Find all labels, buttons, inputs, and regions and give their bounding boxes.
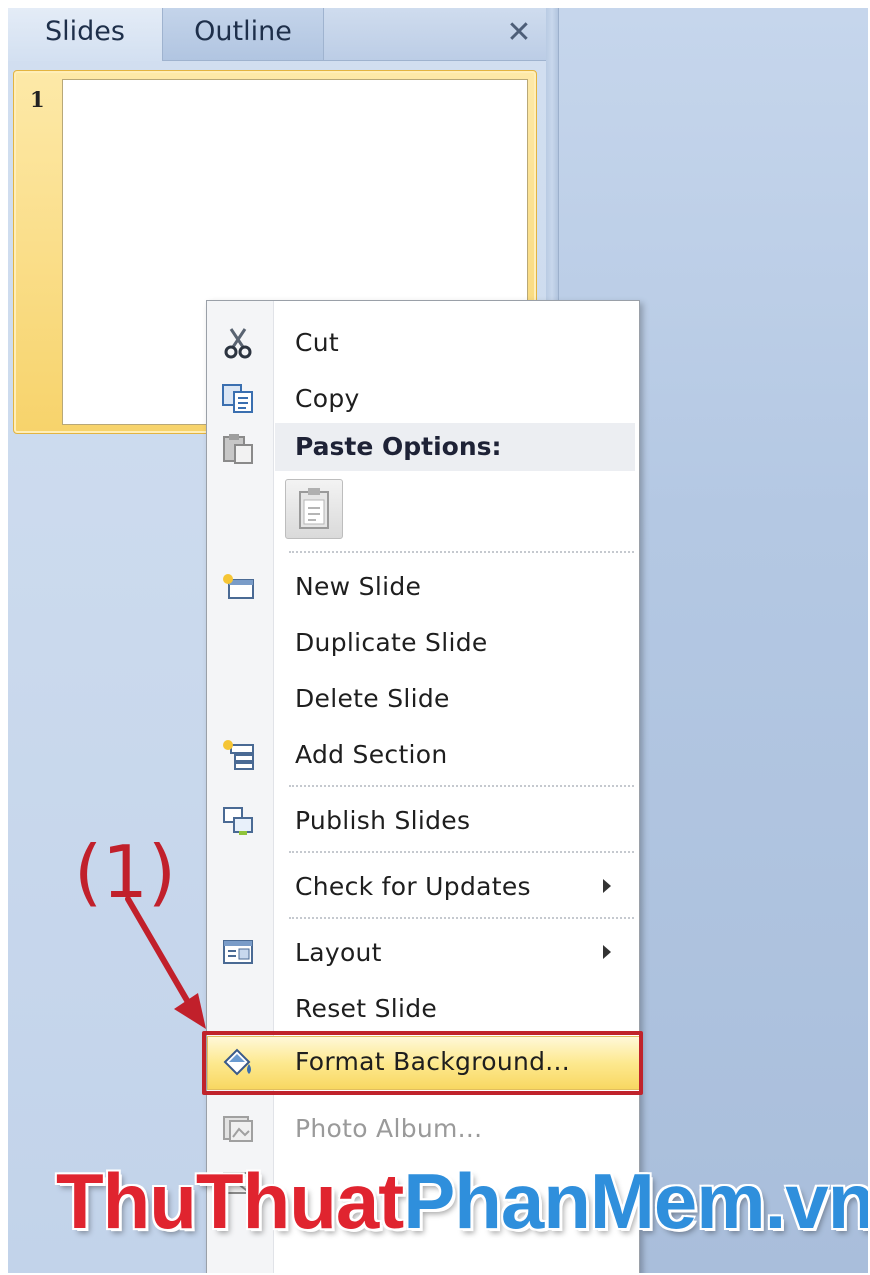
menu-item-layout[interactable]: Layout	[207, 927, 637, 979]
menu-separator	[289, 851, 634, 853]
menu-item-label: Add Section	[295, 740, 448, 769]
clipboard-icon	[299, 488, 329, 529]
menu-separator	[289, 917, 634, 919]
menu-item-label: Layout	[295, 938, 382, 967]
watermark-logo: ThuThuatPhanMem.vn	[56, 1156, 868, 1247]
menu-item-label: Delete Slide	[295, 684, 450, 713]
menu-item-add-section[interactable]: Add Section	[207, 729, 637, 781]
menu-item-label: Photo Album...	[295, 1114, 483, 1143]
menu-item-publish-slides[interactable]: Publish Slides	[207, 795, 637, 847]
menu-item-label: New Slide	[295, 572, 422, 601]
tab-outline[interactable]: Outline	[163, 8, 324, 60]
submenu-arrow-icon	[603, 945, 611, 959]
layout-icon	[223, 940, 253, 964]
menu-item-label: Reset Slide	[295, 994, 438, 1023]
menu-item-reset-slide[interactable]: Reset Slide	[207, 983, 637, 1035]
paste-icon	[223, 434, 253, 464]
menu-item-format-background[interactable]: Format Background...	[202, 1031, 643, 1095]
menu-item-new-slide[interactable]: New Slide	[207, 561, 637, 613]
format-background-icon	[223, 1048, 251, 1076]
menu-item-label: Cut	[295, 328, 340, 357]
submenu-arrow-icon	[603, 879, 611, 893]
add-section-icon	[223, 740, 254, 770]
menu-item-cut[interactable]: Cut	[207, 317, 637, 369]
paste-options-label-row: Paste Options:	[275, 423, 635, 471]
paste-keep-formatting-button[interactable]	[285, 479, 343, 539]
new-slide-icon	[223, 574, 254, 599]
copy-icon	[222, 384, 253, 413]
panel-tab-bar: Slides Outline ✕	[8, 8, 546, 61]
menu-item-label: Check for Updates	[295, 872, 531, 901]
menu-item-label: Duplicate Slide	[295, 628, 488, 657]
publish-slides-icon	[223, 807, 253, 835]
scissors-icon	[224, 328, 252, 359]
menu-item-check-for-updates[interactable]: Check for Updates	[207, 861, 637, 913]
menu-item-label: Paste Options:	[295, 432, 502, 461]
close-icon[interactable]: ✕	[504, 18, 534, 48]
menu-item-label: Publish Slides	[295, 806, 471, 835]
menu-item-duplicate-slide[interactable]: Duplicate Slide	[207, 617, 637, 669]
menu-item-label: Copy	[295, 384, 360, 413]
watermark-part2: PhanMem.vn	[403, 1157, 868, 1245]
annotation-arrow-icon	[125, 896, 206, 1029]
powerpoint-window: Slides Outline ✕ 1 Cut Copy Paste Option…	[8, 8, 868, 1273]
tab-slides[interactable]: Slides	[8, 8, 163, 61]
menu-separator	[289, 785, 634, 787]
menu-separator	[289, 551, 634, 553]
watermark-part1: ThuThuat	[56, 1157, 404, 1245]
context-menu: Cut Copy Paste Options: New Slide Duplic…	[202, 300, 643, 1273]
photo-album-icon	[223, 1116, 253, 1142]
slide-number: 1	[30, 87, 45, 112]
menu-item-label: Format Background...	[295, 1047, 571, 1076]
menu-item-delete-slide[interactable]: Delete Slide	[207, 673, 637, 725]
menu-item-photo-album: Photo Album...	[207, 1103, 637, 1155]
menu-item-copy[interactable]: Copy	[207, 373, 637, 425]
